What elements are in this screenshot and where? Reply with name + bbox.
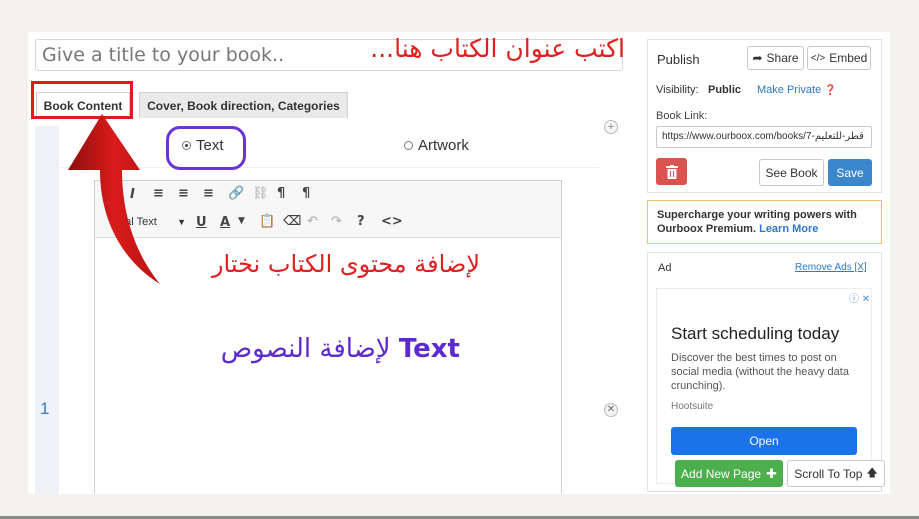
- ltr-paragraph-icon[interactable]: ¶: [277, 186, 285, 201]
- delete-book-button[interactable]: [656, 158, 687, 185]
- text-option-annotation: Text لإضافة النصوص: [185, 334, 460, 364]
- clear-format-icon[interactable]: ⌫: [283, 214, 301, 229]
- share-icon: ➦: [752, 51, 763, 65]
- book-link-field[interactable]: https://www.ourboox.com/books/7-قطر-للتع…: [656, 126, 872, 148]
- link-icon[interactable]: 🔗: [228, 186, 244, 201]
- ad-info-close-icon[interactable]: ⓘ ✕: [849, 290, 870, 305]
- text-annotation-rest: لإضافة النصوص: [220, 334, 391, 364]
- paste-icon[interactable]: 📋: [259, 214, 275, 229]
- text-color-icon[interactable]: A: [220, 215, 230, 230]
- page-number: 1: [40, 399, 50, 418]
- add-new-page-label: Add New Page: [681, 466, 762, 481]
- add-new-page-button[interactable]: Add New Page ✚: [675, 460, 783, 487]
- remove-block-icon[interactable]: ✕: [604, 403, 618, 417]
- help-icon[interactable]: ?: [357, 214, 365, 229]
- redo-icon[interactable]: ↷: [331, 214, 342, 229]
- curved-arrow-icon: [68, 114, 160, 284]
- share-button[interactable]: ➦ Share: [747, 46, 804, 70]
- plus-icon: ✚: [766, 465, 777, 481]
- choose-content-annotation: لإضافة محتوى الكتاب نختار: [211, 250, 480, 278]
- visibility-label: Visibility:: [656, 84, 699, 96]
- align-right-icon[interactable]: ≡: [203, 186, 214, 201]
- visibility-value: Public: [708, 84, 742, 96]
- premium-text: Supercharge your writing powers with Our…: [657, 208, 877, 236]
- scroll-to-top-label: Scroll To Top: [794, 466, 863, 481]
- embed-label: Embed: [829, 51, 868, 65]
- align-center-icon[interactable]: ≡: [178, 186, 189, 201]
- premium-message: Supercharge your writing powers with Our…: [657, 209, 857, 235]
- save-button[interactable]: Save: [828, 159, 872, 186]
- learn-more-link[interactable]: Learn More: [759, 223, 818, 235]
- text-color-dropdown-icon[interactable]: ▼: [238, 216, 245, 226]
- share-label: Share: [766, 51, 799, 65]
- ad-headline[interactable]: Start scheduling today: [671, 324, 839, 344]
- title-annotation: اكتب عنوان الكتاب هنا...: [370, 34, 625, 63]
- book-link-label: Book Link:: [656, 110, 708, 122]
- publish-title: Publish: [657, 52, 700, 67]
- page-gutter: [35, 126, 59, 494]
- text-annotation-bold: Text: [398, 334, 460, 364]
- add-block-icon[interactable]: +: [604, 120, 618, 134]
- embed-button[interactable]: </> Embed: [807, 46, 871, 70]
- ad-open-button[interactable]: Open: [671, 427, 857, 455]
- rtl-paragraph-icon[interactable]: ¶: [302, 186, 310, 201]
- ad-description: Discover the best times to post on socia…: [671, 352, 849, 392]
- artwork-option-label: Artwork: [418, 137, 469, 154]
- make-private-label: Make Private: [757, 84, 822, 96]
- code-icon: </>: [810, 52, 826, 64]
- arrow-up-icon: 🡅: [866, 467, 878, 479]
- scroll-to-top-button[interactable]: Scroll To Top 🡅: [787, 460, 885, 487]
- underline-icon[interactable]: U: [196, 215, 207, 230]
- artwork-option[interactable]: Artwork: [404, 137, 469, 154]
- see-book-button[interactable]: See Book: [759, 159, 824, 186]
- make-private-link[interactable]: Make Private ❓: [757, 84, 837, 96]
- undo-icon[interactable]: ↶: [307, 214, 318, 229]
- source-code-icon[interactable]: <>: [381, 214, 403, 229]
- trash-icon: [665, 164, 678, 179]
- tab-cover-direction-categories[interactable]: Cover, Book direction, Categories: [139, 92, 348, 118]
- help-circle-icon[interactable]: ❓: [824, 85, 836, 96]
- remove-ads-link[interactable]: Remove Ads [X]: [795, 262, 867, 273]
- ad-label: Ad: [658, 262, 672, 274]
- chevron-down-icon: ▼: [177, 216, 186, 227]
- text-option-highlight: [166, 126, 246, 170]
- artwork-radio-icon[interactable]: [404, 141, 413, 150]
- unlink-icon[interactable]: ⛓: [252, 186, 269, 201]
- ad-source: Hootsuite: [671, 401, 714, 412]
